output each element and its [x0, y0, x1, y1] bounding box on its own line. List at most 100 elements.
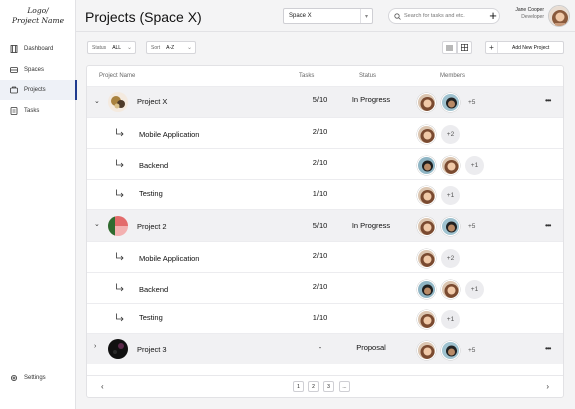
members-group[interactable]: +5	[417, 90, 478, 114]
members-group[interactable]: +2	[417, 122, 460, 146]
members-group[interactable]: +5	[417, 214, 478, 238]
avatar[interactable]	[441, 340, 460, 360]
page-button[interactable]: 2	[308, 381, 319, 392]
table-row[interactable]: ⌄ Project 2 5/10 In Progress +5 •••	[87, 209, 563, 241]
chevron-down-icon[interactable]: ⌄	[94, 97, 100, 105]
avatar[interactable]	[548, 5, 570, 27]
table-row[interactable]: ⌄ Project X 5/10 In Progress +5 •••	[87, 86, 563, 117]
tasks-icon	[10, 107, 18, 115]
sidebar-item-projects[interactable]: Projects	[0, 80, 77, 100]
members-group[interactable]: +1	[417, 153, 484, 177]
task-count: 2/10	[312, 251, 328, 260]
subtask-arrow-icon	[116, 189, 124, 198]
pagination: ‹ 1 2 3 ... ›	[87, 375, 563, 397]
avatar[interactable]	[441, 216, 460, 236]
members-group[interactable]: +1	[417, 183, 460, 207]
members-group[interactable]: +1	[417, 277, 484, 301]
column-project-name: Project Name	[99, 73, 136, 79]
subtask-arrow-icon	[116, 128, 124, 137]
more-members-count[interactable]: +2	[441, 124, 460, 144]
sort-filter[interactable]: Sort A-Z ⌄	[146, 41, 196, 54]
page-button[interactable]: ...	[339, 381, 350, 392]
list-view-button[interactable]	[442, 41, 457, 54]
subproject-name[interactable]: Backend	[139, 285, 168, 294]
avatar[interactable]	[417, 248, 436, 268]
table-row[interactable]: Testing 1/10 +1	[87, 179, 563, 209]
logo-line-2: Project Name	[11, 16, 65, 25]
subproject-name[interactable]: Mobile Application	[139, 254, 199, 263]
task-count: 2/10	[312, 127, 328, 136]
sidebar-item-tasks[interactable]: Tasks	[0, 101, 76, 121]
chevron-right-icon[interactable]: ›	[546, 382, 549, 391]
avatar[interactable]	[417, 155, 436, 175]
chevron-down-icon: ⌄	[186, 45, 192, 51]
subtask-arrow-icon	[116, 283, 124, 292]
page-button[interactable]: 1	[293, 381, 304, 392]
task-count: 1/10	[312, 313, 328, 322]
project-icon	[108, 92, 128, 112]
sidebar-item-label: Settings	[24, 375, 46, 381]
grid-view-button[interactable]	[457, 41, 472, 54]
sort-filter-label: Sort	[151, 44, 161, 51]
subtask-arrow-icon	[116, 159, 124, 168]
chevron-left-icon[interactable]: ‹	[101, 382, 104, 391]
chevron-right-icon[interactable]: ›	[94, 343, 96, 350]
sidebar-item-spaces[interactable]: Spaces	[0, 60, 76, 80]
avatar[interactable]	[417, 185, 436, 205]
add-button[interactable]: +	[486, 7, 500, 25]
search-placeholder: Search for tasks and etc.	[404, 13, 465, 19]
avatar[interactable]	[417, 279, 436, 299]
space-select[interactable]: Space X ▾	[283, 8, 373, 24]
sidebar-item-label: Projects	[24, 87, 46, 93]
status-badge: In Progress	[351, 221, 391, 230]
table-row[interactable]: Backend 2/10 +1	[87, 148, 563, 179]
chevron-down-icon[interactable]: ⌄	[94, 220, 100, 228]
subproject-name[interactable]: Testing	[139, 313, 163, 322]
table-row[interactable]: Mobile Application 2/10 +2	[87, 117, 563, 148]
project-name[interactable]: Project 3	[137, 345, 167, 354]
avatar[interactable]	[417, 216, 436, 236]
table-row[interactable]: › Project 3 - Proposal +5 •••	[87, 333, 563, 364]
gear-icon	[10, 374, 18, 382]
subproject-name[interactable]: Backend	[139, 161, 168, 170]
members-group[interactable]: +1	[417, 307, 460, 331]
avatar[interactable]	[441, 155, 460, 175]
avatar[interactable]	[417, 340, 436, 360]
project-name[interactable]: Project X	[137, 97, 167, 106]
avatar[interactable]	[417, 124, 436, 144]
members-group[interactable]: +2	[417, 246, 460, 270]
more-options-icon[interactable]: •••	[545, 96, 551, 105]
more-options-icon[interactable]: •••	[545, 221, 551, 230]
subproject-name[interactable]: Mobile Application	[139, 130, 199, 139]
table-row[interactable]: Testing 1/10 +1	[87, 303, 563, 333]
avatar[interactable]	[441, 279, 460, 299]
subproject-name[interactable]: Testing	[139, 189, 163, 198]
more-members-count[interactable]: +1	[441, 309, 460, 329]
sidebar-item-settings[interactable]: Settings	[0, 368, 76, 388]
more-members-count[interactable]: +1	[465, 155, 484, 175]
project-icon	[108, 216, 128, 236]
more-members-count[interactable]: +2	[441, 248, 460, 268]
avatar[interactable]	[417, 309, 436, 329]
more-members-count[interactable]: +5	[465, 217, 478, 236]
more-members-count[interactable]: +1	[465, 279, 484, 299]
sort-filter-value: A-Z	[166, 44, 175, 51]
column-tasks: Tasks	[299, 73, 315, 79]
status-filter[interactable]: Status ALL ⌄	[87, 41, 136, 54]
more-members-count[interactable]: +5	[465, 93, 478, 112]
search-input[interactable]: Search for tasks and etc.	[388, 8, 500, 24]
avatar[interactable]	[441, 92, 460, 112]
project-name[interactable]: Project 2	[137, 222, 167, 231]
avatar[interactable]	[417, 92, 436, 112]
table-row[interactable]: Backend 2/10 +1	[87, 272, 563, 303]
user-info[interactable]: Jane Cooper Developer	[506, 7, 544, 21]
sidebar-item-dashboard[interactable]: Dashboard	[0, 39, 76, 59]
more-options-icon[interactable]: •••	[545, 344, 551, 353]
add-new-project-button[interactable]: + Add New Project	[485, 41, 564, 54]
members-group[interactable]: +5	[417, 338, 478, 362]
table-row[interactable]: Mobile Application 2/10 +2	[87, 241, 563, 272]
column-members: Members	[440, 73, 466, 79]
page-button[interactable]: 3	[323, 381, 334, 392]
more-members-count[interactable]: +1	[441, 185, 460, 205]
more-members-count[interactable]: +5	[465, 341, 478, 360]
